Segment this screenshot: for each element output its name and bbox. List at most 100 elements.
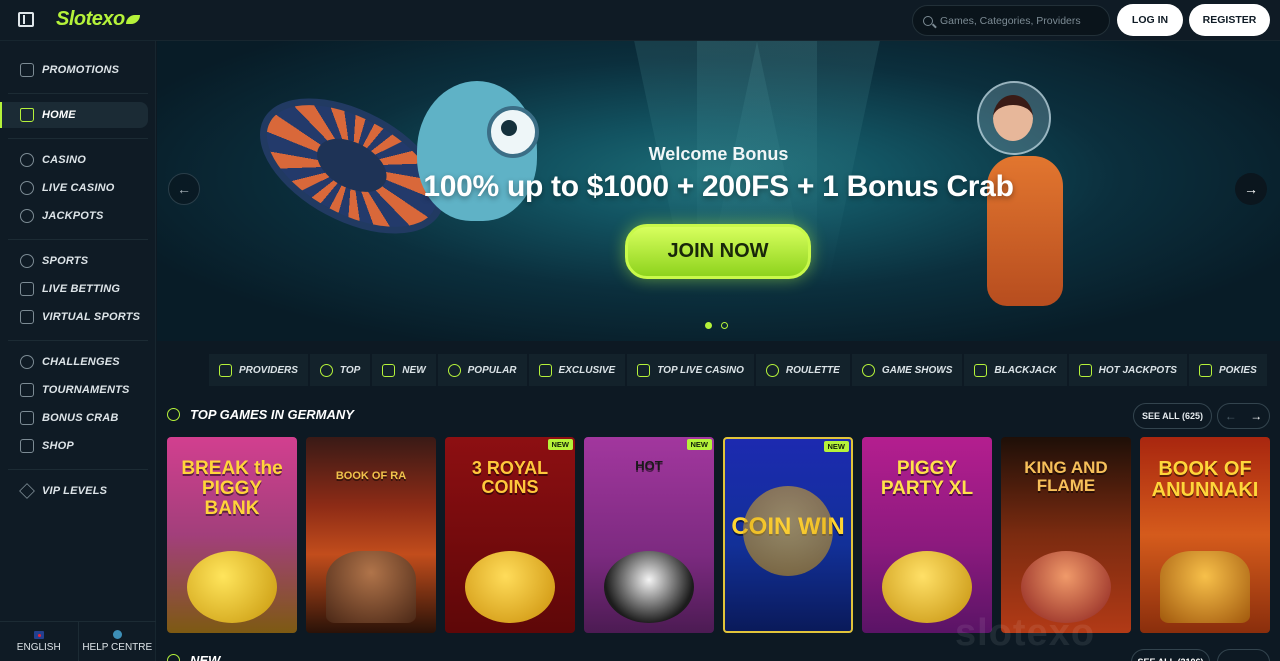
category-blackjack[interactable]: BLACKJACK xyxy=(964,354,1067,386)
sidebar-item-casino[interactable]: CASINO xyxy=(0,147,148,173)
login-button[interactable]: LOG IN xyxy=(1117,4,1183,36)
game-tile[interactable]: BOOK OF RA xyxy=(306,437,436,633)
carousel-prev-icon[interactable]: ← xyxy=(1218,404,1244,428)
banner-next-button[interactable]: → xyxy=(1235,173,1267,205)
game-tile[interactable]: PIGGY PARTY XL xyxy=(862,437,992,633)
spade-icon xyxy=(974,363,988,377)
category-roulette[interactable]: ROULETTE xyxy=(755,354,850,386)
category-new[interactable]: NEW xyxy=(372,354,436,386)
divider xyxy=(8,469,148,470)
sidebar-item-live-casino[interactable]: LIVE CASINO xyxy=(0,175,148,201)
medal-icon xyxy=(167,408,180,421)
new-badge: NEW xyxy=(823,441,849,452)
virtual-sports-icon xyxy=(20,310,34,324)
slide-dot-1[interactable] xyxy=(705,322,712,329)
wheel-icon xyxy=(861,363,875,377)
game-tile[interactable]: NEW HOT xyxy=(584,437,714,633)
home-icon xyxy=(20,108,34,122)
help-icon xyxy=(112,630,122,639)
slot-machine-icon xyxy=(1198,363,1212,377)
game-title: KING AND FLAME xyxy=(1024,458,1108,495)
banner-headline: 100% up to $1000 + 200FS + 1 Bonus Crab xyxy=(423,170,1014,203)
game-tile[interactable]: KING AND FLAME xyxy=(1001,437,1131,633)
divider xyxy=(8,93,148,94)
watermark: slotexo xyxy=(955,612,1096,654)
game-art xyxy=(187,551,277,623)
category-top-live-casino[interactable]: TOP LIVE CASINO xyxy=(627,354,754,386)
category-top[interactable]: TOP xyxy=(309,354,371,386)
game-art xyxy=(1160,551,1250,623)
leaf-icon xyxy=(125,15,140,24)
category-game-shows[interactable]: GAME SHOWS xyxy=(851,354,963,386)
live-casino-icon xyxy=(20,181,34,195)
sidebar-toggle-icon[interactable] xyxy=(18,12,34,27)
category-hot-jackpots[interactable]: HOT JACKPOTS xyxy=(1068,354,1187,386)
sidebar-item-shop[interactable]: SHOP xyxy=(0,433,148,459)
casino-chip-icon xyxy=(20,153,34,167)
search-input[interactable] xyxy=(940,14,1100,27)
join-now-button[interactable]: JOIN NOW xyxy=(625,224,811,279)
hot-jackpot-icon xyxy=(1078,363,1092,377)
search-bar[interactable] xyxy=(912,5,1110,36)
arrow-left-icon: ← xyxy=(177,181,191,197)
sidebar-footer: ENGLISH HELP CENTRE xyxy=(0,621,156,661)
game-art xyxy=(604,551,694,623)
game-title: BOOK OF RA xyxy=(335,470,407,482)
game-title: 3 ROYAL COINS xyxy=(471,458,549,497)
section-title-new: NEW xyxy=(167,653,220,661)
astronaut-face xyxy=(993,95,1033,141)
rocket-icon xyxy=(382,363,396,377)
diamond-icon xyxy=(538,363,552,377)
category-providers[interactable]: PROVIDERS xyxy=(209,354,308,386)
crab-icon xyxy=(20,411,34,425)
slide-indicator xyxy=(705,322,728,329)
slide-dot-2[interactable] xyxy=(721,322,728,329)
sidebar-item-virtual-sports[interactable]: VIRTUAL SPORTS xyxy=(0,304,148,330)
sidebar-item-challenges[interactable]: CHALLENGES xyxy=(0,349,148,375)
sidebar-item-vip-levels[interactable]: VIP LEVELS xyxy=(0,478,148,504)
sidebar-item-tournaments[interactable]: TOURNAMENTS xyxy=(0,377,148,403)
sidebar-item-sports[interactable]: SPORTS xyxy=(0,248,148,274)
sidebar-item-jackpots[interactable]: JACKPOTS xyxy=(0,203,148,229)
see-all-new-button[interactable]: SEE ALL (2106) xyxy=(1131,649,1210,661)
category-exclusive[interactable]: EXCLUSIVE xyxy=(528,354,626,386)
language-selector[interactable]: ENGLISH xyxy=(0,622,78,661)
search-icon xyxy=(923,15,933,26)
top-header: Slotexo LOG IN REGISTER xyxy=(0,0,1280,41)
new-badge: NEW xyxy=(686,439,712,450)
carousel-nav-new[interactable] xyxy=(1217,649,1270,661)
game-title: BOOK OF ANUNNAKI xyxy=(1151,458,1259,501)
flame-icon xyxy=(447,363,461,377)
sidebar-item-live-betting[interactable]: LIVE BETTING xyxy=(0,276,148,302)
game-tile[interactable]: BREAK the PIGGY BANK xyxy=(167,437,297,633)
category-pokies[interactable]: POKIES xyxy=(1188,354,1267,386)
star-icon xyxy=(637,363,651,377)
sidebar-item-bonus-crab[interactable]: BONUS CRAB xyxy=(0,405,148,431)
help-centre-link[interactable]: HELP CENTRE xyxy=(77,622,157,661)
logo[interactable]: Slotexo xyxy=(56,8,140,31)
sidebar-item-home[interactable]: HOME xyxy=(0,102,148,128)
sidebar-item-promotions[interactable]: PROMOTIONS xyxy=(0,57,148,83)
section-title-top-games: TOP GAMES IN GERMANY xyxy=(167,407,354,422)
game-art xyxy=(743,486,833,576)
target-icon xyxy=(20,355,34,369)
game-tile[interactable]: BOOK OF ANUNNAKI xyxy=(1140,437,1270,633)
game-art xyxy=(465,551,555,623)
cart-icon xyxy=(20,439,34,453)
banner-prev-button[interactable]: ← xyxy=(168,173,200,205)
diamond-icon xyxy=(19,483,35,499)
new-badge: NEW xyxy=(547,439,573,450)
see-all-button[interactable]: SEE ALL (625) xyxy=(1133,403,1212,429)
game-title: HOT xyxy=(635,458,663,473)
carousel-nav: ← → xyxy=(1217,403,1270,429)
category-popular[interactable]: POPULAR xyxy=(437,354,527,386)
arrow-right-icon: → xyxy=(1244,181,1258,197)
medal-icon xyxy=(319,363,333,377)
divider xyxy=(8,340,148,341)
trophy-icon xyxy=(20,383,34,397)
register-button[interactable]: REGISTER xyxy=(1189,4,1270,36)
game-tile[interactable]: NEW 3 ROYAL COINS xyxy=(445,437,575,633)
roulette-icon xyxy=(765,363,779,377)
carousel-next-icon[interactable]: → xyxy=(1244,404,1270,428)
game-tile[interactable]: NEWCOIN WIN xyxy=(723,437,853,633)
